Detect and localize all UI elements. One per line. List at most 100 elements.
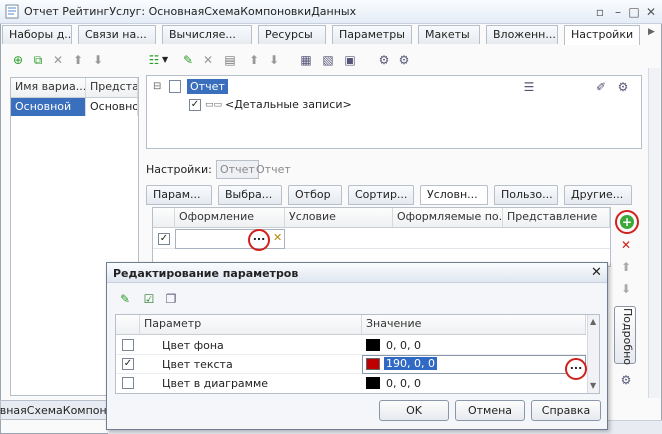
close-icon[interactable]: ✕ <box>643 4 659 20</box>
tree-root[interactable]: Отчет <box>187 79 228 94</box>
subtab-user[interactable]: Пользо... <box>494 185 558 205</box>
cond-row[interactable]: ✓ ✕ <box>153 229 610 249</box>
param-checkbox[interactable] <box>122 377 134 389</box>
col-param[interactable]: Параметр <box>140 315 362 334</box>
subtab-conditional[interactable]: Условн... <box>420 185 488 205</box>
subtab-filter[interactable]: Отбор <box>288 185 342 205</box>
params-scrollbar[interactable]: ▲ ▼ <box>587 315 599 393</box>
report-node-icon <box>169 80 181 93</box>
subtab-selected[interactable]: Выбра... <box>218 185 282 205</box>
help-button[interactable]: Справка <box>531 400 601 421</box>
collapse-icon[interactable]: ⊟ <box>153 81 161 92</box>
scroll-down-icon[interactable]: ▼ <box>590 381 596 390</box>
dropdown-arrow-icon[interactable]: ▼ <box>162 55 168 64</box>
check-all-icon[interactable]: ☑ <box>141 291 157 307</box>
add-icon[interactable]: ⊕ <box>10 52 26 68</box>
tree-child[interactable]: <Детальные записи> <box>225 98 352 111</box>
tab-resources[interactable]: Ресурсы <box>258 25 326 44</box>
col-condition[interactable]: Условие <box>285 208 393 227</box>
move-down-icon[interactable]: ⬇ <box>90 52 106 68</box>
col-appearance[interactable]: Оформление <box>175 208 285 227</box>
color-swatch <box>366 339 380 351</box>
maximize-icon[interactable]: □ <box>626 4 642 20</box>
param-checkbox[interactable]: ✓ <box>122 358 134 370</box>
col-check <box>153 208 175 227</box>
param-name: Цвет в диаграмме <box>162 377 269 390</box>
param-row[interactable]: ✓ Цвет текста 190, 0, 0 <box>116 355 586 374</box>
tab-nested[interactable]: Вложенн... <box>486 25 558 44</box>
cond-row-checkbox[interactable]: ✓ <box>158 233 170 245</box>
params-grid: Параметр Значение ▲ ▼ Цвет фона 0, 0, 0 … <box>115 314 600 394</box>
side-settings-icon[interactable]: ⚙ <box>618 372 634 388</box>
copy-add-icon[interactable]: ⧉ <box>30 52 46 68</box>
settings-tag-active[interactable]: Отчет <box>216 160 259 179</box>
delete-icon[interactable]: ✕ <box>200 52 216 68</box>
records-icon: ▭▭ <box>205 100 223 110</box>
tab-calculated[interactable]: Вычисляе... <box>162 25 252 44</box>
col-presentation[interactable]: Представление <box>503 208 610 227</box>
param-row[interactable]: Цвет в диаграмме 0, 0, 0 <box>116 374 586 393</box>
delete-icon[interactable]: ✕ <box>618 237 634 253</box>
add-group-icon[interactable]: ☷ <box>146 52 162 68</box>
tab-links[interactable]: Связи на... <box>78 25 156 44</box>
table-icon[interactable]: ☰ <box>521 79 537 95</box>
uncheck-all-icon[interactable]: ❐ <box>163 291 179 307</box>
podrobno-label: Подробно <box>621 308 634 366</box>
col-fields[interactable]: Оформляемые по... <box>393 208 503 227</box>
report-icon[interactable]: ▣ <box>342 52 358 68</box>
col-variant-repr[interactable]: Представ <box>86 78 138 97</box>
move-down-icon[interactable]: ⬇ <box>618 281 634 297</box>
minimize-icon[interactable]: – <box>610 4 626 20</box>
param-value[interactable]: 0, 0, 0 <box>386 339 421 352</box>
move-up-icon[interactable]: ⬆ <box>246 52 262 68</box>
edit-icon[interactable]: ✎ <box>117 291 133 307</box>
add-icon: + <box>620 215 634 229</box>
add-condition-button[interactable]: + <box>615 210 639 234</box>
right-scrollbar[interactable] <box>648 68 660 398</box>
appearance-ellipsis-button[interactable]: ... <box>248 229 270 251</box>
tree-settings-icon[interactable]: ⚙ <box>615 79 631 95</box>
title-bar: Отчет РейтингУслуг: ОсновнаяСхемаКомпоно… <box>0 0 662 24</box>
tab-settings[interactable]: Настройки <box>564 25 640 45</box>
tab-datasets[interactable]: Наборы д... <box>2 25 72 44</box>
variant-row[interactable]: Основной Основной <box>11 98 138 116</box>
move-down-icon[interactable]: ⬇ <box>266 52 282 68</box>
cancel-button[interactable]: Отмена <box>455 400 525 421</box>
value-ellipsis-button[interactable]: ... <box>565 358 587 380</box>
ungroup-icon[interactable]: ▧ <box>320 52 336 68</box>
restore-icon[interactable]: ▫ <box>592 4 608 20</box>
properties-icon[interactable]: ▤ <box>222 52 238 68</box>
param-row[interactable]: Цвет фона 0, 0, 0 <box>116 336 586 355</box>
move-up-icon[interactable]: ⬆ <box>618 259 634 275</box>
subtab-params[interactable]: Парам... <box>146 185 212 205</box>
group-icon[interactable]: ▦ <box>298 52 314 68</box>
param-value-selected[interactable]: 190, 0, 0 <box>384 357 437 370</box>
subtab-other[interactable]: Другие... <box>564 185 632 205</box>
clear-icon[interactable]: ✕ <box>273 231 282 244</box>
dialog-close-icon[interactable]: ✕ <box>591 265 602 280</box>
parameters-dialog: Редактирование параметров ✕ ✎ ☑ ❐ Параме… <box>106 262 608 430</box>
variant-repr-cell[interactable]: Основной <box>86 98 138 116</box>
detail-checkbox[interactable]: ✓ <box>189 99 201 111</box>
param-value[interactable]: 0, 0, 0 <box>386 377 421 390</box>
tab-parameters[interactable]: Параметры <box>332 25 412 44</box>
param-checkbox[interactable] <box>122 339 134 351</box>
ok-button[interactable]: OK <box>379 400 449 421</box>
settings-tag-inactive[interactable]: Отчет <box>256 163 291 176</box>
settings-label: Настройки: <box>146 163 212 176</box>
tabs-scroll-icon[interactable]: ▶ <box>648 27 655 37</box>
col-value[interactable]: Значение <box>362 315 586 334</box>
subtab-sort[interactable]: Сортир... <box>348 185 414 205</box>
settings-icon[interactable]: ⚙ <box>376 52 392 68</box>
delete-icon[interactable]: ✕ <box>50 52 66 68</box>
dialog-title: Редактирование параметров <box>113 267 299 280</box>
col-variant-name[interactable]: Имя вариа... <box>11 78 86 97</box>
move-up-icon[interactable]: ⬆ <box>70 52 86 68</box>
settings-alt-icon[interactable]: ⚙ <box>396 52 412 68</box>
scroll-up-icon[interactable]: ▲ <box>590 317 596 326</box>
variant-name-cell[interactable]: Основной <box>11 98 86 116</box>
tab-layouts[interactable]: Макеты <box>418 25 480 44</box>
edit-layout-icon[interactable]: ✐ <box>593 79 609 95</box>
status-bar: овнаяСхемаКомпон. <box>0 400 110 420</box>
edit-icon[interactable]: ✎ <box>180 52 196 68</box>
